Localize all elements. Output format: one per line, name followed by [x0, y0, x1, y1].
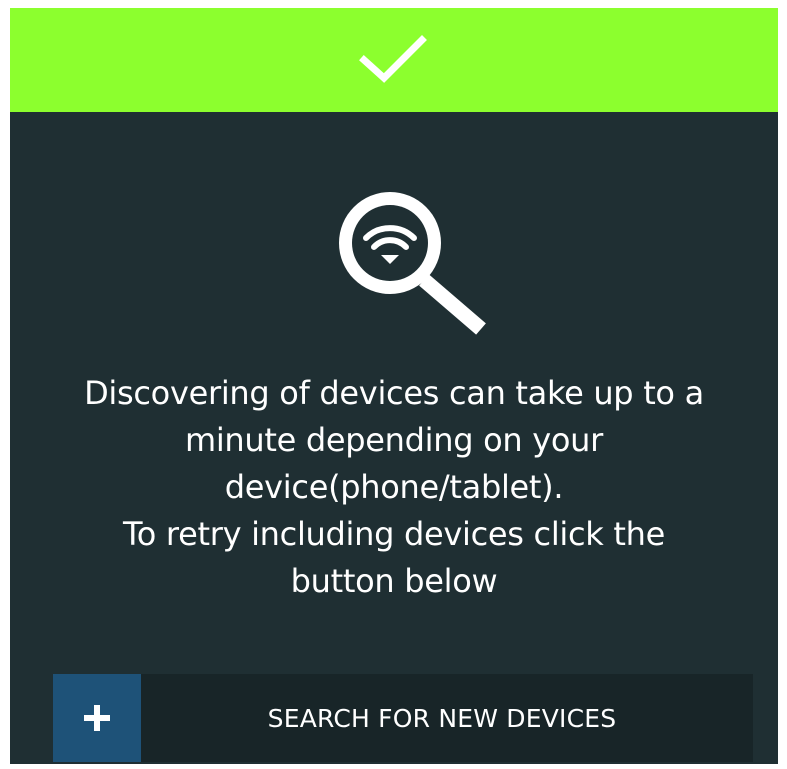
magnifier-wifi-icon	[339, 192, 486, 335]
search-new-devices-label: SEARCH FOR NEW DEVICES	[267, 703, 617, 733]
status-header	[10, 8, 778, 112]
message-line: Discovering of devices can take up to a	[84, 374, 704, 412]
plus-icon	[84, 705, 110, 731]
discovery-message: Discovering of devices can take up to a …	[10, 370, 778, 605]
search-new-devices-button[interactable]: SEARCH FOR NEW DEVICES	[53, 674, 753, 762]
message-line: button below	[290, 562, 498, 600]
message-line: device(phone/tablet).	[224, 468, 564, 506]
discovery-screen: Discovering of devices can take up to a …	[10, 8, 778, 764]
message-line: minute depending on your	[184, 421, 604, 459]
message-line: To retry including devices click the	[122, 515, 666, 553]
checkmark-icon	[359, 35, 427, 83]
plus-icon-box[interactable]	[53, 674, 141, 762]
